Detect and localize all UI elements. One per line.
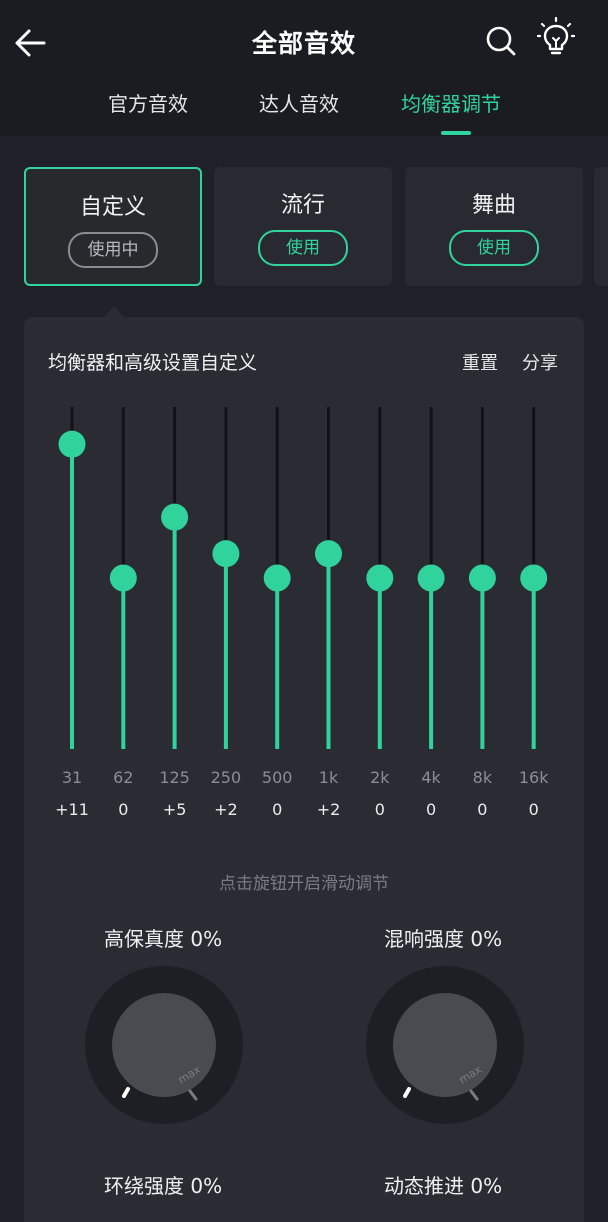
eq-gain-label: +5 bbox=[162, 800, 187, 819]
eq-gain-label: +2 bbox=[316, 800, 341, 819]
eq-gain-label: 0 bbox=[477, 800, 488, 819]
eq-gain-label: 0 bbox=[272, 800, 283, 819]
eq-freq-label: 4k bbox=[421, 768, 441, 787]
eq-handle-1k[interactable] bbox=[315, 540, 342, 568]
equalizer-panel: 均衡器和高级设置自定义 重置 分享 31 +11 62 0 125 +5 250 +2 500 0… bbox=[24, 317, 584, 1222]
eq-handle-250[interactable] bbox=[212, 540, 240, 568]
eq-freq-label: 250 bbox=[210, 768, 242, 787]
eq-freq-label: 62 bbox=[113, 768, 134, 787]
equalizer-sliders[interactable] bbox=[24, 317, 584, 757]
eq-handle-125[interactable] bbox=[161, 503, 189, 531]
eq-handle-16k[interactable] bbox=[520, 564, 548, 592]
knob-hint: 点击旋钮开启滑动调节 bbox=[219, 874, 389, 894]
knob-label-reverb: 混响强度 0% bbox=[384, 927, 503, 951]
eq-freq-label: 31 bbox=[61, 768, 83, 787]
preset-use-button[interactable]: 使用 bbox=[449, 230, 539, 266]
eq-gain-label: +2 bbox=[214, 800, 238, 819]
preset-card-pop[interactable]: 流行 使用 bbox=[214, 167, 392, 286]
reverb-knob[interactable]: max bbox=[365, 965, 525, 1129]
search-button[interactable] bbox=[482, 22, 520, 60]
eq-gain-label: 0 bbox=[528, 800, 539, 819]
tips-button[interactable] bbox=[536, 16, 576, 60]
preset-use-button[interactable]: 使用 bbox=[258, 230, 348, 266]
lightbulb-icon bbox=[536, 16, 576, 55]
eq-handle-4k[interactable] bbox=[417, 564, 445, 592]
knob-label-dynamic: 动态推进 0% bbox=[384, 1174, 503, 1198]
eq-gain-label: 0 bbox=[374, 800, 385, 819]
eq-handle-62[interactable] bbox=[109, 564, 137, 592]
eq-freq-label: 500 bbox=[261, 768, 293, 787]
eq-freq-label: 8k bbox=[472, 768, 493, 787]
eq-freq-label: 125 bbox=[159, 768, 190, 787]
eq-handle-8k[interactable] bbox=[468, 564, 496, 592]
knob-label-surround: 环绕强度 0% bbox=[104, 1174, 223, 1198]
tab-equalizer[interactable]: 均衡器调节 bbox=[401, 88, 501, 117]
eq-freq-label: 2k bbox=[370, 768, 390, 787]
eq-gain-label: 0 bbox=[118, 800, 129, 819]
panel-pointer bbox=[104, 306, 124, 317]
eq-handle-31[interactable] bbox=[58, 430, 86, 458]
preset-name: 自定义 bbox=[79, 195, 146, 220]
search-icon bbox=[486, 26, 516, 56]
eq-freq-label: 1k bbox=[318, 768, 339, 787]
knob-label-fidelity: 高保真度 0% bbox=[104, 927, 223, 951]
preset-card-dance[interactable]: 舞曲 使用 bbox=[405, 167, 583, 286]
fidelity-knob[interactable]: max bbox=[84, 965, 244, 1129]
preset-in-use-badge[interactable]: 使用中 bbox=[68, 232, 158, 268]
preset-card-custom[interactable]: 自定义 使用中 bbox=[24, 167, 202, 286]
eq-gain-label: 0 bbox=[426, 800, 437, 819]
active-tab-indicator bbox=[441, 131, 471, 135]
eq-gain-label: +11 bbox=[55, 800, 89, 819]
tab-official-effects[interactable]: 官方音效 bbox=[108, 88, 188, 117]
top-bar: 全部音效 官方音效 达人音效 均衡器调节 bbox=[0, 0, 608, 136]
eq-freq-label: 16k bbox=[518, 768, 549, 787]
preset-name: 舞曲 bbox=[471, 193, 516, 218]
tab-creator-effects[interactable]: 达人音效 bbox=[259, 88, 339, 117]
preset-name: 流行 bbox=[280, 193, 325, 218]
eq-handle-2k[interactable] bbox=[366, 564, 394, 592]
eq-handle-500[interactable] bbox=[263, 564, 291, 592]
preset-card-next[interactable] bbox=[594, 167, 608, 286]
